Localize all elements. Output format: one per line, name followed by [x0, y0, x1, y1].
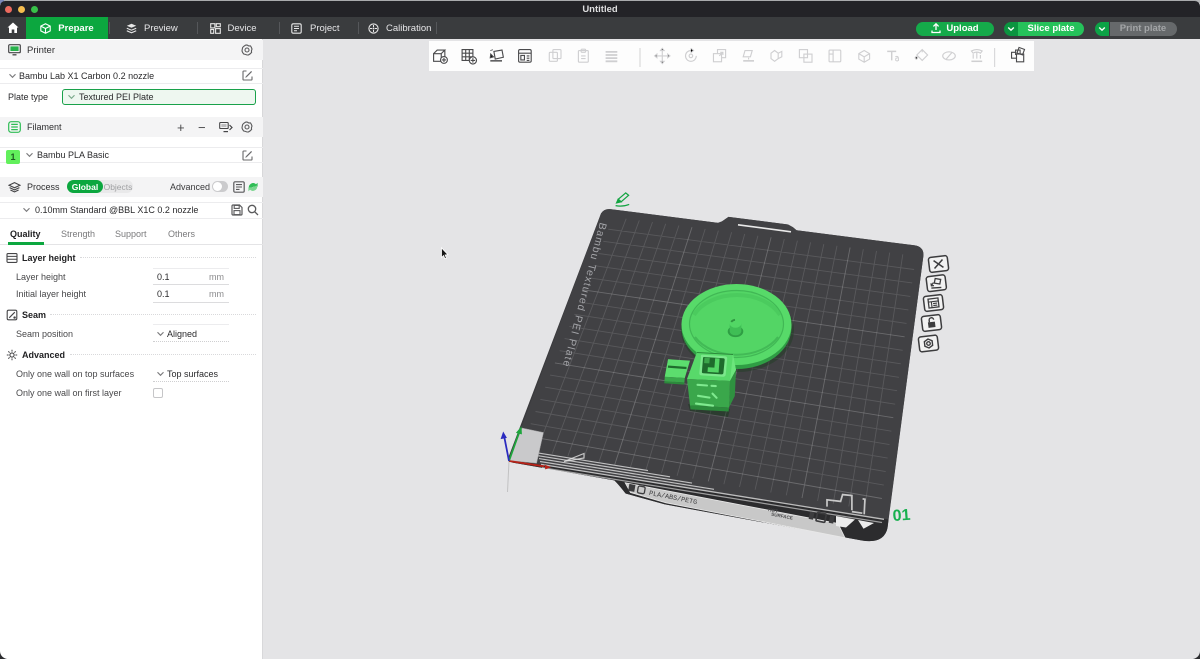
svg-text:01: 01	[892, 507, 911, 525]
